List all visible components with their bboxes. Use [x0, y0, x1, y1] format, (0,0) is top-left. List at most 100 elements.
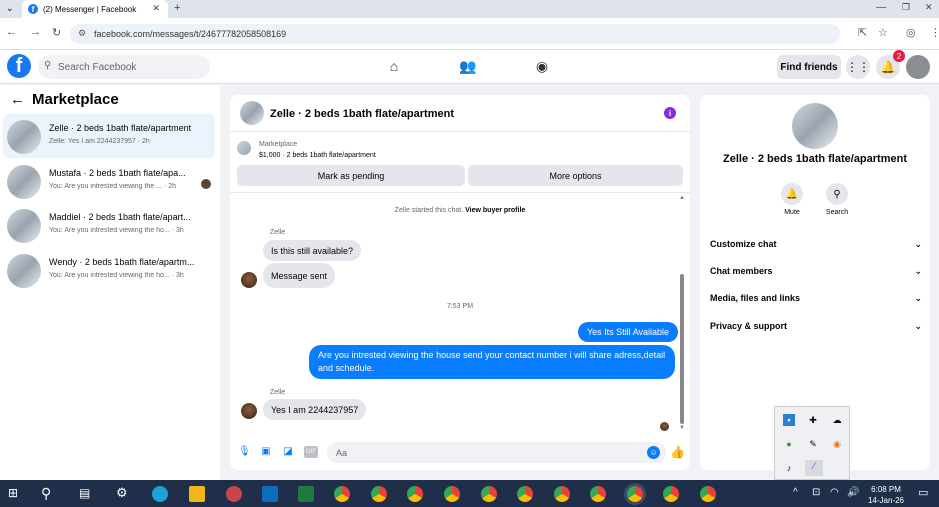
reload-icon[interactable]: ↻ [52, 26, 61, 39]
timestamp: 7:53 PM [446, 303, 474, 310]
site-info-icon[interactable]: ⚙ [78, 28, 86, 39]
tray-app-icon[interactable]: ▪ [783, 414, 795, 426]
clock-date: 14-Jan-26 [867, 496, 905, 505]
incoming-message[interactable]: Message sent [263, 263, 336, 288]
friends-icon[interactable]: 👥 [459, 58, 477, 76]
chat-details-name: Zelle · 2 beds 1bath flate/apartment [723, 153, 907, 165]
search-icon[interactable]: ⚲ [826, 183, 848, 205]
conversation-item[interactable]: Mustafa · 2 beds 1bath flate/apa... You:… [3, 159, 215, 203]
chrome-icon[interactable] [334, 486, 350, 502]
incoming-message[interactable]: Yes I am 2244237957 [263, 399, 367, 420]
windows-start-icon[interactable]: ⊞ [8, 486, 18, 500]
emoji-icon[interactable]: ☺ [647, 446, 660, 459]
view-buyer-profile-link[interactable]: View buyer profile [465, 207, 525, 214]
sender-avatar[interactable] [241, 272, 257, 288]
sender-avatar[interactable] [241, 403, 257, 419]
wifi-icon[interactable]: ◠ [830, 487, 839, 498]
excel-icon[interactable] [298, 486, 314, 502]
file-explorer-icon[interactable] [189, 486, 205, 502]
scroll-down-icon[interactable]: ▼ [679, 425, 685, 431]
conversation-item[interactable]: Maddiel · 2 beds 1bath flate/apart... Yo… [3, 203, 215, 247]
chat-title[interactable]: Zelle · 2 beds 1bath flate/apartment [270, 108, 454, 120]
tray-app-icon[interactable]: ⁄ [805, 460, 823, 476]
outgoing-message[interactable]: Are you intrested viewing the house send… [309, 345, 675, 379]
new-tab-icon[interactable]: + [174, 2, 180, 14]
profile-icon[interactable]: ◎ [906, 26, 916, 39]
mark-as-pending-button[interactable]: Mark as pending [237, 165, 465, 186]
show-hidden-icons-icon[interactable]: ^ [793, 487, 798, 498]
tray-meet-icon[interactable]: ⊡ [812, 487, 820, 498]
url-field[interactable]: ⚙ facebook.com/messages/t/24677782058508… [70, 24, 840, 44]
close-tab-icon[interactable]: ✕ [152, 3, 160, 14]
edge-browser-icon[interactable] [152, 486, 168, 502]
incoming-message[interactable]: Is this still available? [263, 240, 362, 261]
notification-center-icon[interactable]: ▭ [918, 486, 928, 499]
bookmark-star-icon[interactable]: ☆ [878, 26, 888, 39]
thumbs-up-icon[interactable]: 👍 [670, 446, 685, 458]
chrome-profile-icon[interactable] [371, 486, 387, 502]
tray-app-icon[interactable]: ◉ [831, 438, 843, 450]
chrome-profile-icon[interactable] [517, 486, 533, 502]
chrome-profile-icon[interactable] [663, 486, 679, 502]
chrome-profile-icon[interactable] [444, 486, 460, 502]
chrome-profile-icon[interactable] [554, 486, 570, 502]
tab-search-icon[interactable]: ⌄ [6, 3, 14, 14]
scroll-up-icon[interactable]: ▲ [679, 195, 685, 201]
chat-avatar[interactable] [240, 101, 264, 125]
search-icon[interactable]: ⚲ [41, 485, 51, 502]
sticker-icon[interactable]: ◪ [282, 446, 294, 458]
taskbar-app-icon[interactable] [226, 486, 242, 502]
privacy-support-section[interactable]: Privacy & support ⌄ [710, 321, 922, 331]
windows-taskbar: ⊞ ⚲ ▤ ⚙ ^ ⊡ ◠ 🔊 ▭ [0, 480, 939, 507]
chat-members-section[interactable]: Chat members ⌄ [710, 266, 922, 276]
back-arrow-icon[interactable]: ← [6, 26, 17, 38]
outlook-icon[interactable] [262, 486, 278, 502]
tray-app-icon[interactable]: ✚ [807, 414, 819, 426]
minimize-icon[interactable]: — [876, 2, 886, 13]
find-friends-button[interactable]: Find friends [777, 55, 841, 79]
scrollbar-thumb[interactable] [680, 274, 684, 424]
chrome-profile-icon[interactable] [700, 486, 716, 502]
browser-tab[interactable]: f (2) Messenger | Facebook ✕ [22, 0, 168, 18]
volume-icon[interactable]: 🔊 [847, 487, 859, 498]
restore-icon[interactable]: ❐ [902, 2, 910, 13]
microphone-icon[interactable]: 🎙 [238, 446, 251, 458]
back-arrow-icon[interactable]: ← [10, 91, 25, 108]
search-input[interactable]: ⚲ Search Facebook [38, 55, 210, 79]
marketplace-label: Marketplace [259, 141, 298, 148]
chrome-profile-icon[interactable] [590, 486, 606, 502]
forward-arrow-icon[interactable]: → [30, 26, 41, 38]
chrome-profile-icon-active[interactable] [627, 486, 643, 502]
taskbar-clock[interactable]: 6:08 PM 14-Jan-26 [863, 484, 909, 506]
chrome-profile-icon[interactable] [481, 486, 497, 502]
home-icon[interactable]: ⌂ [385, 58, 403, 76]
customize-chat-section[interactable]: Customize chat ⌄ [710, 239, 922, 249]
message-scrollbar[interactable]: ▲ ▼ [679, 195, 685, 431]
menu-grid-icon[interactable]: ⋮⋮ [846, 55, 870, 79]
task-view-icon[interactable]: ▤ [79, 486, 90, 500]
tray-app-icon[interactable]: ♪ [783, 462, 795, 474]
groups-icon[interactable]: ◉ [533, 58, 551, 76]
photo-icon[interactable]: ▣ [260, 446, 272, 458]
media-files-links-section[interactable]: Media, files and links ⌄ [710, 293, 922, 303]
browser-menu-icon[interactable]: ⋮ [930, 26, 939, 39]
mute-bell-icon[interactable]: 🔔 [781, 183, 803, 205]
info-icon[interactable]: i [664, 107, 676, 119]
close-window-icon[interactable]: ✕ [925, 2, 933, 13]
tray-app-icon[interactable]: ☁ [831, 414, 843, 426]
tray-app-icon[interactable]: ● [783, 438, 795, 450]
more-options-button[interactable]: More options [468, 165, 683, 186]
install-app-icon[interactable]: ⇱ [858, 26, 867, 39]
tray-app-icon[interactable]: ✎ [807, 438, 819, 450]
conversation-item[interactable]: Zelle · 2 beds 1bath flate/apartment Zel… [3, 114, 215, 158]
gif-icon[interactable]: GIF [304, 446, 318, 458]
account-avatar[interactable] [906, 55, 930, 79]
listing-summary[interactable]: $1,000 · 2 beds 1bath flate/apartment [259, 152, 376, 159]
chat-details-avatar[interactable] [792, 103, 838, 149]
chrome-profile-icon[interactable] [407, 486, 423, 502]
settings-gear-icon[interactable]: ⚙ [116, 485, 128, 501]
facebook-logo-icon[interactable]: f [7, 54, 31, 78]
message-input[interactable]: Aa ☺ [327, 442, 666, 463]
outgoing-message[interactable]: Yes Its Still Available [578, 322, 679, 342]
conversation-item[interactable]: Wendy · 2 beds 1bath flate/apartm... You… [3, 248, 215, 292]
